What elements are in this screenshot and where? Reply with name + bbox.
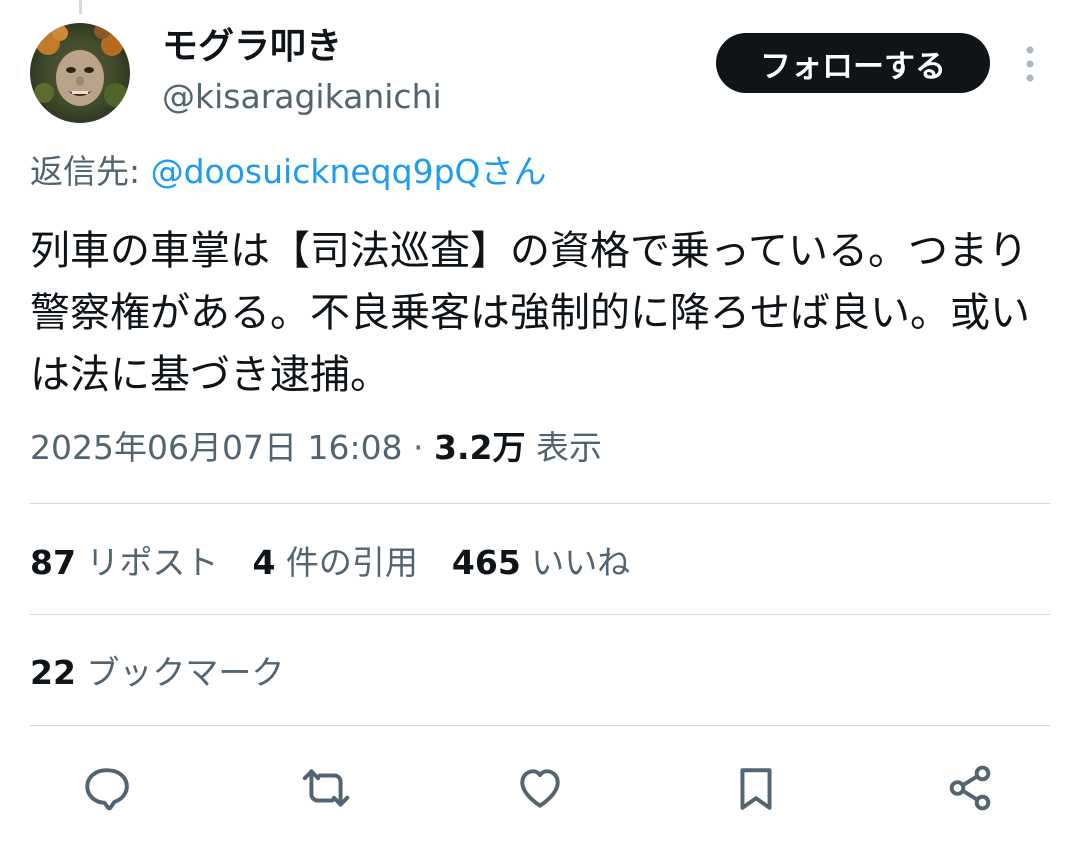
avatar[interactable] [30,23,130,123]
reply-to-line: 返信先: @doosuickneqq9pQさん [30,150,547,194]
bookmarks-stat-row: 22 ブックマーク [30,650,284,696]
quotes-label: 件の引用 [275,543,418,582]
meta-separator: · [402,428,435,467]
bookmarks-count: 22 [30,653,76,692]
tweet-meta: 2025年06月07日 16:08 · 3.2万 表示 [30,425,602,471]
author-handle[interactable]: @kisaragikanichi [162,76,442,118]
tweet-text: 列車の車掌は【司法巡査】の資格で乗っている。つまり警察権がある。不良乗客は強制的… [30,228,1030,398]
quotes-stat[interactable]: 4 件の引用 [252,540,417,586]
retweet-icon[interactable] [298,760,354,816]
divider [30,614,1050,615]
reply-icon[interactable] [78,760,134,816]
author-display-name[interactable]: モグラ叩き [162,24,342,70]
views-count: 3.2万 [434,428,526,467]
tweet-timestamp[interactable]: 2025年06月07日 16:08 [30,428,403,467]
bookmarks-label: ブックマーク [75,653,285,692]
avatar-image [30,23,130,123]
bookmarks-stat[interactable]: 22 ブックマーク [30,650,284,696]
reply-to-prefix: 返信先: [30,152,151,191]
likes-stat[interactable]: 465 いいね [452,540,630,586]
heart-icon[interactable] [512,760,568,816]
thread-connector-line [79,0,82,14]
reply-to-mention-link[interactable]: @doosuickneqq9pQさん [151,152,547,191]
views-label: 表示 [525,428,603,467]
divider [30,725,1050,726]
likes-label: いいね [520,543,631,582]
follow-button[interactable]: フォローする [716,33,990,93]
engagement-stats-row: 87 リポスト 4 件の引用 465 いいね [30,540,630,586]
quotes-count: 4 [252,543,276,582]
more-vertical-icon[interactable] [1012,40,1048,88]
divider [30,503,1050,504]
action-bar [0,760,1080,816]
share-icon[interactable] [942,760,998,816]
reposts-label: リポスト [75,543,219,582]
likes-count: 465 [451,543,521,582]
bookmark-icon[interactable] [728,760,784,816]
reposts-count: 87 [30,543,76,582]
reposts-stat[interactable]: 87 リポスト [30,540,218,586]
